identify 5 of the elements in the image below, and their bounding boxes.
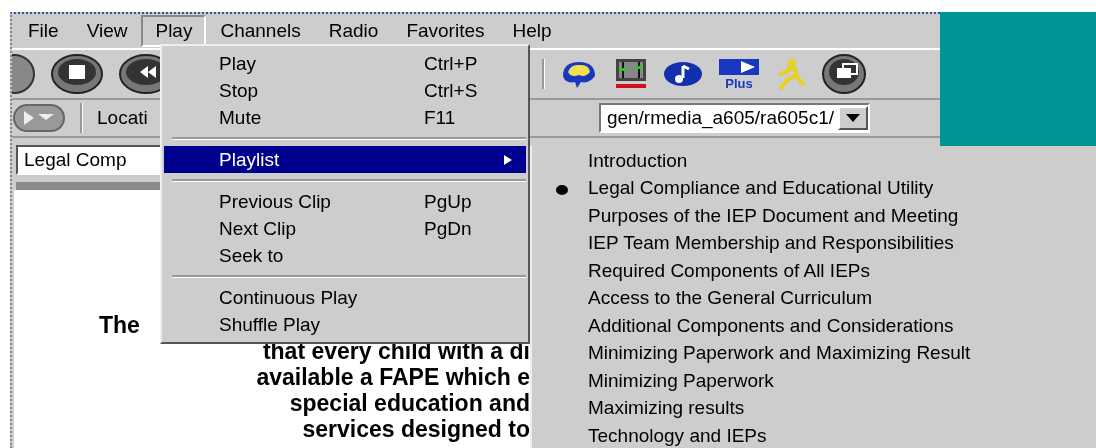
body-text-line: available a FAPE which e <box>256 364 530 390</box>
body-text-line: special education and <box>289 390 530 416</box>
location-label: Locati <box>97 107 148 129</box>
body-text-line: The <box>99 312 140 338</box>
body-text-line: services designed to <box>302 416 530 442</box>
